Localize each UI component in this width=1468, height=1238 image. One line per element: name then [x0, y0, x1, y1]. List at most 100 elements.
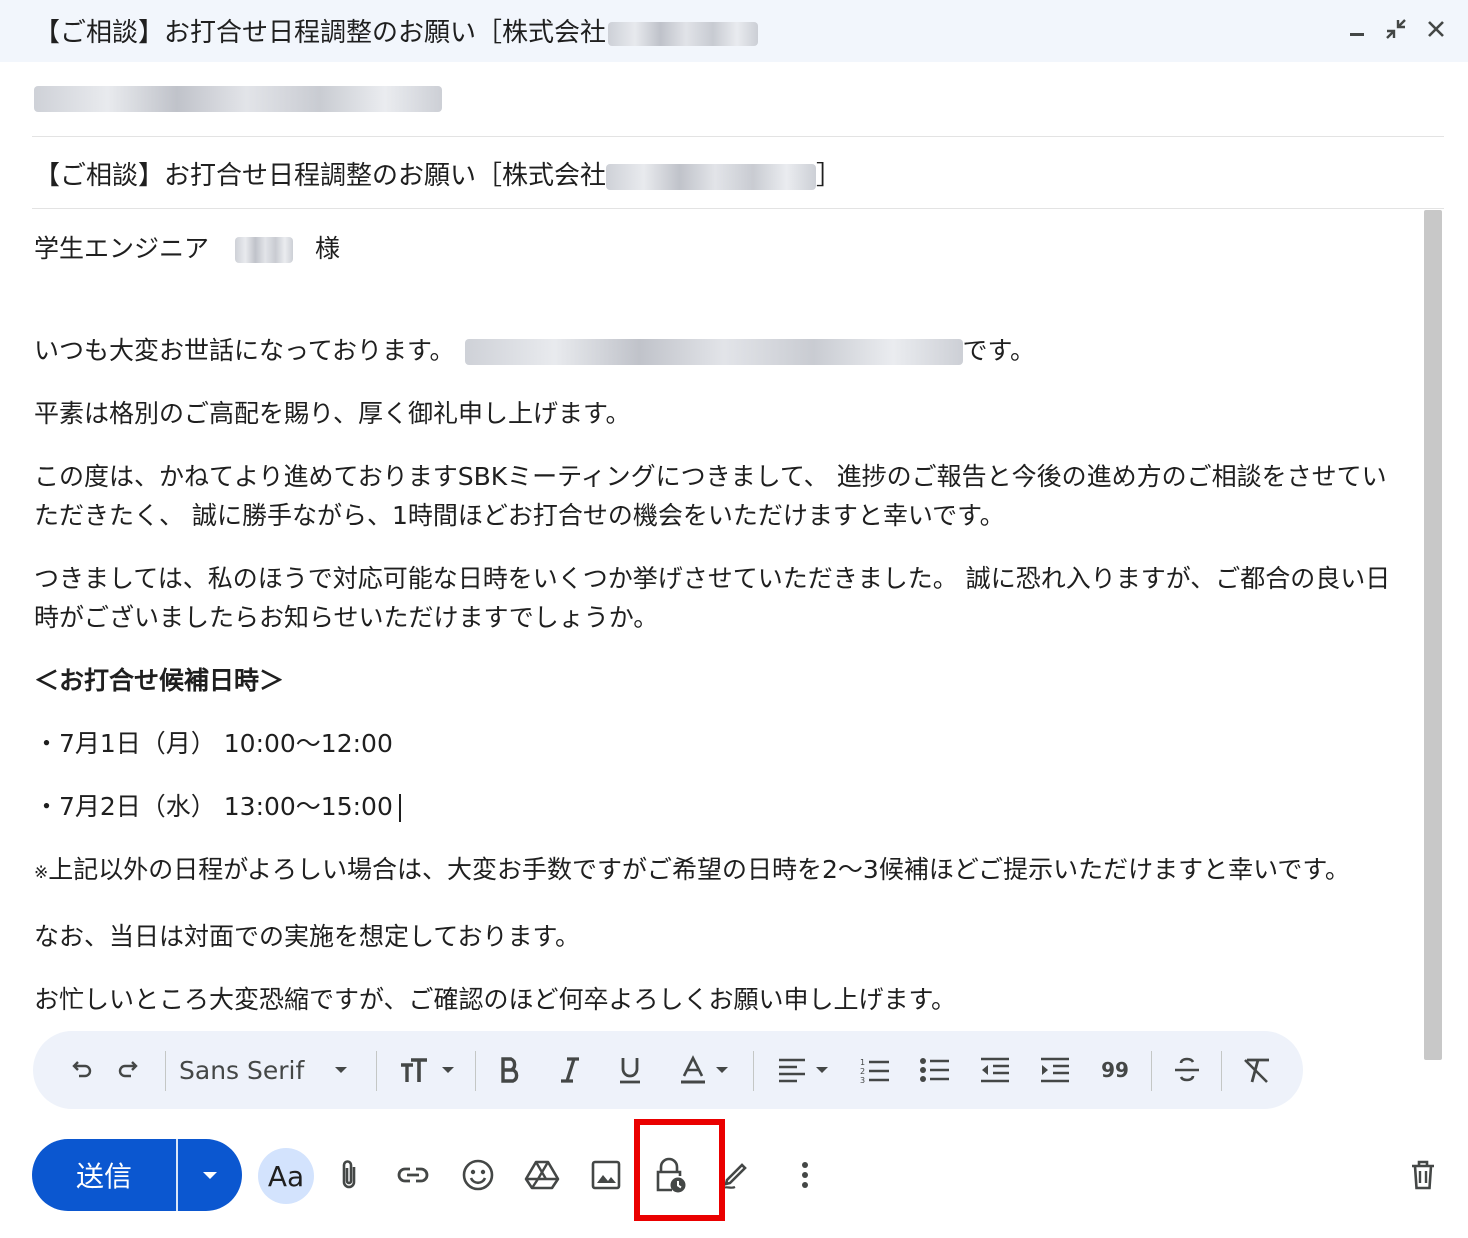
clear-formatting-icon — [1244, 1058, 1269, 1083]
indent-more-icon — [1041, 1057, 1069, 1083]
toolbar-separator — [376, 1051, 377, 1091]
remove-formatting-button[interactable] — [1237, 1048, 1277, 1092]
attach-file-button[interactable] — [322, 1148, 376, 1202]
italic-icon — [561, 1057, 579, 1083]
italic-button[interactable] — [551, 1048, 589, 1092]
candidate-slot-2-text: ・7月2日（水） 13:00〜15:00 — [34, 792, 393, 821]
redo-button[interactable] — [111, 1048, 147, 1092]
subject-text: 【ご相談】お打合せ日程調整のお願い［株式会社 — [34, 161, 607, 191]
chevron-down-icon — [335, 1067, 348, 1073]
line-intro: いつも大変お世話になっております。 です。 — [34, 331, 1394, 370]
note-text: 上記以外の日程がよろしい場合は、大変お手数ですがご希望の日時を2〜3候補ほどご提… — [48, 855, 1350, 884]
svg-text:1: 1 — [860, 1058, 865, 1067]
insert-emoji-button[interactable] — [451, 1148, 505, 1202]
toolbar-separator — [165, 1051, 166, 1091]
align-left-icon — [779, 1058, 805, 1083]
line-onsite: なお、当日は対面での実施を想定しております。 — [34, 922, 581, 951]
image-icon — [591, 1160, 621, 1190]
more-vert-icon — [802, 1162, 808, 1188]
chevron-down-icon — [203, 1172, 217, 1179]
heading-candidate-dates: ＜お打合せ候補日時＞ — [34, 666, 285, 695]
greeting-prefix: 学生エンジニア — [34, 234, 210, 263]
highlight-box — [634, 1119, 725, 1221]
indent-more-button[interactable] — [1035, 1048, 1075, 1092]
link-icon — [397, 1167, 429, 1183]
redacted-recipient-email — [34, 86, 442, 112]
note-line: ※上記以外の日程がよろしい場合は、大変お手数ですがご希望の日時を2〜3候補ほどご… — [34, 850, 1394, 893]
bulleted-list-icon — [920, 1058, 949, 1082]
more-options-button[interactable] — [778, 1148, 832, 1202]
divider — [32, 136, 1444, 137]
undo-button[interactable] — [63, 1048, 99, 1092]
indent-less-button[interactable] — [975, 1048, 1015, 1092]
recipients-field[interactable] — [34, 86, 442, 112]
redacted-company-name — [606, 163, 817, 190]
minimize-icon — [1350, 33, 1364, 36]
drive-icon — [524, 1160, 560, 1190]
note-mark: ※ — [34, 863, 49, 883]
text-cursor — [398, 794, 401, 822]
paragraph-purpose: この度は、かねてより進めておりますSBKミーティングにつきまして、 進捗のご報告… — [34, 462, 1387, 530]
font-family-select[interactable]: Sans Serif — [179, 1048, 369, 1092]
message-body[interactable]: 学生エンジニア 様 いつも大変お世話になっております。 です。 平素は格別のご高配… — [34, 225, 1394, 1019]
send-button-label: 送信 — [75, 1160, 132, 1193]
toolbar-separator — [753, 1051, 754, 1091]
greeting-line: 学生エンジニア 様 — [34, 229, 1394, 268]
subject-suffix: ］ — [816, 161, 843, 191]
quote-button[interactable]: 99 — [1095, 1048, 1135, 1092]
close-button[interactable] — [1421, 14, 1451, 44]
font-size-button[interactable] — [393, 1048, 463, 1092]
compose-title-bar: 【ご相談】お打合せ日程調整のお願い［株式会社 — [0, 0, 1468, 62]
formatting-options-button[interactable]: Aa — [258, 1148, 314, 1204]
indent-less-icon — [981, 1057, 1009, 1083]
quote-icon: 99 — [1101, 1058, 1129, 1082]
paperclip-icon — [342, 1160, 356, 1189]
undo-icon — [72, 1061, 92, 1078]
align-button[interactable] — [769, 1048, 839, 1092]
candidate-slot-2: ・7月2日（水） 13:00〜15:00 — [34, 787, 1394, 826]
text-color-icon — [681, 1055, 705, 1084]
toolbar-separator — [1151, 1051, 1152, 1091]
line-closing: お忙しいところ大変恐縮ですが、ご確認のほど何卒よろしくお願い申し上げます。 — [34, 985, 957, 1014]
candidate-slot-1: ・7月1日（月） 10:00〜12:00 — [34, 729, 393, 758]
body-scrollbar[interactable] — [1424, 210, 1442, 1060]
strikethrough-icon — [1175, 1057, 1199, 1082]
redacted-sender-name — [464, 339, 963, 365]
numbered-list-button[interactable]: 123 — [855, 1048, 895, 1092]
exit-fullscreen-button[interactable] — [1381, 14, 1411, 44]
close-icon — [1428, 21, 1444, 37]
send-options-button[interactable] — [178, 1139, 242, 1211]
text-size-icon — [401, 1058, 427, 1082]
minimize-button[interactable] — [1342, 14, 1372, 44]
text-color-button[interactable] — [669, 1048, 741, 1092]
insert-link-button[interactable] — [386, 1148, 440, 1202]
svg-text:3: 3 — [860, 1076, 865, 1084]
chevron-down-icon — [716, 1067, 728, 1073]
underline-button[interactable] — [611, 1048, 649, 1092]
divider — [32, 208, 1444, 209]
bold-button[interactable] — [491, 1048, 529, 1092]
greeting-suffix: 様 — [314, 234, 340, 263]
bulleted-list-button[interactable] — [915, 1048, 955, 1092]
insert-photo-button[interactable] — [579, 1148, 633, 1202]
compose-title-text: 【ご相談】お打合せ日程調整のお願い［株式会社 — [34, 18, 607, 48]
numbered-list-icon: 123 — [860, 1058, 889, 1084]
svg-text:2: 2 — [860, 1067, 865, 1076]
insert-drive-button[interactable] — [515, 1148, 569, 1202]
paragraph-request: つきましては、私のほうで対応可能な日時をいくつか挙げさせていただきました。 誠に… — [34, 564, 1391, 632]
strikethrough-button[interactable] — [1167, 1048, 1207, 1092]
send-button[interactable]: 送信 — [32, 1139, 176, 1211]
line-regards: 平素は格別のご高配を賜り、厚く御礼申し上げます。 — [34, 399, 631, 428]
font-family-label: Sans Serif — [179, 1055, 305, 1085]
subject-field[interactable]: 【ご相談】お打合せ日程調整のお願い［株式会社 ］ — [34, 155, 842, 192]
toolbar-separator — [475, 1051, 476, 1091]
discard-draft-button[interactable] — [1396, 1148, 1450, 1202]
underline-icon — [620, 1058, 640, 1084]
redacted-company-name — [608, 21, 759, 46]
emoji-icon — [462, 1159, 494, 1191]
compose-title: 【ご相談】お打合せ日程調整のお願い［株式会社 — [34, 12, 759, 49]
chevron-down-icon — [442, 1067, 454, 1073]
bold-icon — [501, 1057, 519, 1083]
toolbar-separator — [1221, 1051, 1222, 1091]
exit-fullscreen-icon — [1386, 19, 1406, 39]
